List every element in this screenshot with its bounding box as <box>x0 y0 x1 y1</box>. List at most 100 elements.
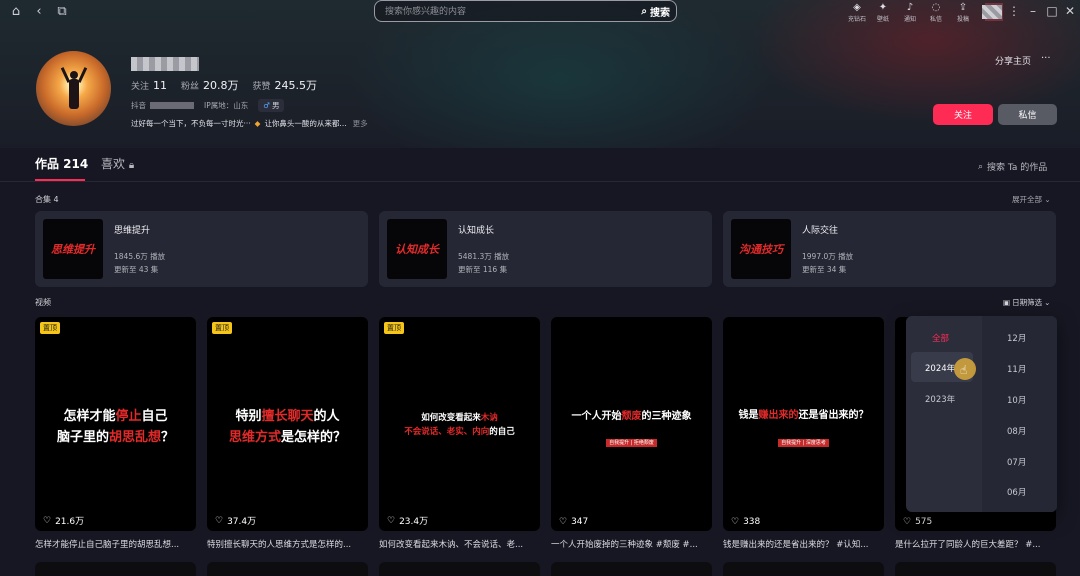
search-works-button[interactable]: ⌕ 搜索 Ta 的作品 <box>978 160 1047 174</box>
tool-label: 充钻石 <box>847 16 866 23</box>
collections-label: 合集 4 <box>35 195 59 204</box>
tool-label: 投稿 <box>956 16 969 23</box>
year-option-all[interactable]: 全部 <box>932 332 949 344</box>
video-card[interactable]: 一个人开始颓废的三种迹象 自我提升 | 拒绝颓废 ♡ 347 <box>551 317 712 531</box>
collection-title: 人际交往 <box>802 226 839 236</box>
bio-more-link[interactable]: 更多 <box>353 118 368 129</box>
month-option[interactable]: 10月 <box>1007 394 1026 406</box>
lock-icon: 🔒︎ <box>128 160 135 171</box>
notification-button[interactable]: ♪ 通知 <box>897 2 923 23</box>
calendar-icon: ▣ <box>1003 298 1011 307</box>
search-button-label: 搜索 <box>650 7 670 19</box>
tab-likes[interactable]: 喜欢 🔒︎ <box>101 155 134 172</box>
maximize-icon[interactable]: □ <box>1045 3 1059 19</box>
private-message-button[interactable]: ◌ 私信 <box>923 2 949 23</box>
profile-avatar[interactable] <box>36 51 111 126</box>
cover-line: 特别擅长聊天的人 <box>235 409 340 424</box>
more-options-icon[interactable]: ··· <box>1041 53 1051 64</box>
video-card[interactable]: 置顶 如何改变看起来木讷 不会说话、老实、内向的自己 ♡ 23.4万 <box>379 317 540 531</box>
recharge-diamond-button[interactable]: ◈ 充钻石 <box>844 2 870 23</box>
video-card[interactable] <box>379 562 540 576</box>
month-option[interactable]: 11月 <box>1007 363 1026 375</box>
back-icon[interactable]: ‹ <box>31 4 47 20</box>
collection-title: 认知成长 <box>458 226 495 236</box>
menu-icon[interactable]: ⋮ <box>1007 3 1021 19</box>
video-card[interactable] <box>35 562 196 576</box>
home-icon[interactable]: ⌂ <box>8 4 24 20</box>
heart-icon: ♡ <box>43 515 52 526</box>
cover-line: 怎样才能停止自己 <box>63 409 168 424</box>
cover-subtitle: 自我提升 | 拒绝颓废 <box>551 429 712 448</box>
like-count: ♡ 21.6万 <box>43 515 85 528</box>
share-profile-button[interactable]: 分享主页 <box>995 54 1031 67</box>
top-bar: ⌂ ‹ ⧉ ⌕ 搜索 ◈ 充钻石 ✦ 壁纸 ♪ 通知 ◌ 私信 ⇪ 投稿 ⋮ –… <box>0 0 1080 24</box>
followers-stat[interactable]: 粉丝 20.8万 <box>181 77 239 93</box>
month-option[interactable]: 06月 <box>1007 486 1026 498</box>
likes-received-stat[interactable]: 获赞 245.5万 <box>253 77 318 93</box>
douyin-id-blurred <box>150 102 194 109</box>
like-count: ♡ 23.4万 <box>387 515 429 528</box>
date-filter-button[interactable]: ▣ 日期筛选 ⌄ <box>1003 297 1050 308</box>
hand-cursor-icon: ☝ <box>960 363 968 377</box>
video-caption[interactable]: 如何改变看起来木讷、不会说话、老... <box>379 538 540 550</box>
upload-button[interactable]: ⇪ 投稿 <box>950 2 976 23</box>
chevron-down-icon: ⌄ <box>1044 298 1051 307</box>
pinned-badge: 置顶 <box>384 322 404 334</box>
month-option[interactable]: 07月 <box>1007 456 1026 468</box>
video-card[interactable] <box>207 562 368 576</box>
search-input[interactable] <box>385 4 625 19</box>
following-stat[interactable]: 关注 11 <box>131 79 167 92</box>
video-card[interactable]: 置顶 怎样才能停止自己 脑子里的胡思乱想？ ♡ 21.6万 <box>35 317 196 531</box>
heart-icon: ♡ <box>903 517 912 527</box>
wallpaper-icon: ✦ <box>878 2 888 13</box>
follow-button[interactable]: 关注 <box>933 104 993 125</box>
tab-works[interactable]: 作品 214 <box>35 155 88 172</box>
cover-line: 钱是赚出来的还是省出来的？ <box>738 410 869 421</box>
cover-subtitle: 自我提升 | 深度思考 <box>723 429 884 448</box>
search-box: ⌕ 搜索 <box>374 0 677 22</box>
date-filter-dropdown: 全部 2024年 2023年 12月 11月 10月 08月 07月 06月 <box>906 316 1057 512</box>
wallpaper-button[interactable]: ✦ 壁纸 <box>870 2 896 23</box>
video-caption[interactable]: 特别擅长聊天的人思维方式是怎样的... <box>207 538 368 550</box>
collection-cover: 思维提升 <box>43 219 103 279</box>
collection-card[interactable]: 认知成长 认知成长 5481.3万 播放 更新至 116 集 <box>379 211 712 287</box>
minimize-icon[interactable]: – <box>1026 3 1040 19</box>
message-button[interactable]: 私信 <box>998 104 1057 125</box>
like-count: ♡ 37.4万 <box>215 515 257 528</box>
year-option-2023[interactable]: 2023年 <box>925 393 955 405</box>
video-caption[interactable]: 一个人开始废掉的三种迹象 #颓废 #... <box>551 538 712 550</box>
video-card[interactable]: 置顶 特别擅长聊天的人 思维方式是怎样的？ ♡ 37.4万 <box>207 317 368 531</box>
video-card[interactable] <box>723 562 884 576</box>
collection-card[interactable]: 思维提升 思维提升 1845.6万 播放 更新至 43 集 <box>35 211 368 287</box>
douyin-id-label: 抖音 <box>131 101 146 110</box>
diamond-icon: ◈ <box>853 2 861 13</box>
month-option[interactable]: 08月 <box>1007 425 1026 437</box>
collection-card[interactable]: 沟通技巧 人际交往 1997.0万 播放 更新至 34 集 <box>723 211 1056 287</box>
year-option-2024[interactable]: 2024年 <box>925 362 955 374</box>
pinned-badge: 置顶 <box>212 322 232 334</box>
video-caption[interactable]: 怎样才能停止自己脑子里的胡思乱想... <box>35 538 196 550</box>
heart-icon: ♡ <box>387 515 396 526</box>
user-avatar[interactable] <box>982 5 1002 19</box>
chevron-down-icon: ⌄ <box>1044 195 1051 204</box>
video-caption[interactable]: 是什么拉开了同龄人的巨大差距？ #... <box>895 538 1056 550</box>
heart-icon: ♡ <box>559 517 568 527</box>
like-count: ♡ 338 <box>731 517 761 527</box>
month-option[interactable]: 12月 <box>1007 332 1026 344</box>
cover-line: 脑子里的胡思乱想？ <box>56 430 175 445</box>
profile-meta: 抖音 IP属地：山东 ♂ 男 <box>131 99 285 112</box>
ip-location: IP属地：山东 <box>204 101 249 110</box>
close-icon[interactable]: ✕ <box>1063 3 1077 19</box>
videos-label: 视频 <box>35 298 51 307</box>
expand-all-button[interactable]: 展开全部 ⌄ <box>1012 194 1051 205</box>
collection-update: 更新至 116 集 <box>458 265 508 274</box>
profile-stats: 关注 11 粉丝 20.8万 获赞 245.5万 <box>131 77 331 93</box>
like-count: ♡ 575 <box>903 517 933 527</box>
video-card[interactable] <box>551 562 712 576</box>
video-card[interactable]: 钱是赚出来的还是省出来的？ 自我提升 | 深度思考 ♡ 338 <box>723 317 884 531</box>
video-caption[interactable]: 钱是赚出来的还是省出来的？ #认知... <box>723 538 884 550</box>
year-list: 全部 2024年 2023年 <box>906 316 982 512</box>
search-button[interactable]: ⌕ 搜索 <box>641 3 670 19</box>
refresh-icon[interactable]: ⧉ <box>54 4 70 20</box>
video-card[interactable] <box>895 562 1056 576</box>
